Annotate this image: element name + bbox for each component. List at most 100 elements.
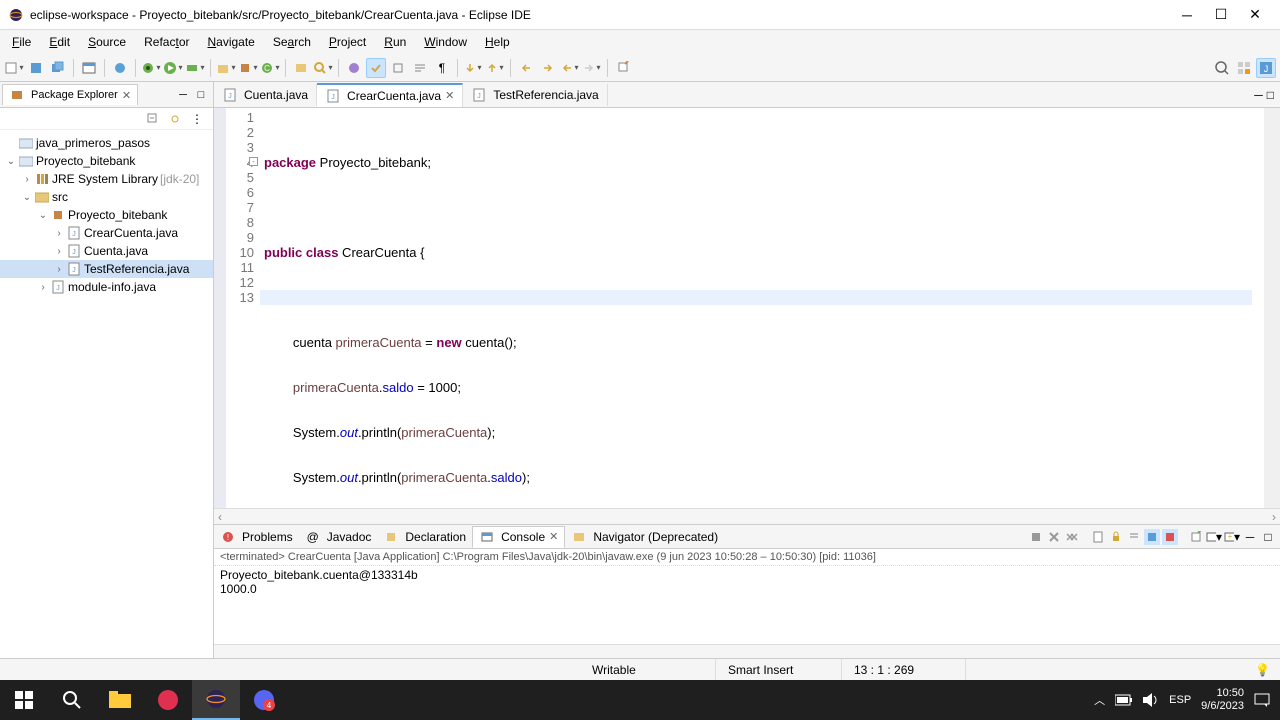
menu-source[interactable]: Source: [80, 33, 134, 51]
java-file-item[interactable]: ›J TestReferencia.java: [0, 260, 213, 278]
tip-icon[interactable]: 💡: [1245, 663, 1280, 677]
remove-launch-button[interactable]: [1046, 529, 1062, 545]
close-tab-icon[interactable]: ✕: [549, 530, 558, 543]
package-item[interactable]: ⌄ Proyecto_bitebank: [0, 206, 213, 224]
new-package-button[interactable]: ▾: [238, 58, 258, 78]
editor-scrollbar-h[interactable]: ‹›: [214, 508, 1280, 524]
minimize-panel-button[interactable]: ─: [175, 87, 191, 103]
next-annotation-button[interactable]: ▾: [463, 58, 483, 78]
navigator-tab[interactable]: Navigator (Deprecated): [565, 527, 724, 547]
tray-chevron-icon[interactable]: ︿: [1094, 692, 1105, 708]
toggle-mark-button[interactable]: [366, 58, 386, 78]
file-explorer-button[interactable]: [96, 680, 144, 720]
word-wrap-button[interactable]: [410, 58, 430, 78]
forward-button[interactable]: ▾: [582, 58, 602, 78]
display-console-button[interactable]: ▾: [1206, 529, 1222, 545]
minimize-editor-button[interactable]: ─: [1254, 88, 1263, 102]
close-icon[interactable]: ✕: [122, 89, 131, 102]
console-scrollbar-h[interactable]: [214, 644, 1280, 658]
code-editor[interactable]: 123 -4 567 8910 111213 package Proyecto_…: [214, 108, 1280, 508]
view-menu-icon[interactable]: ⋮: [189, 111, 205, 127]
link-editor-icon[interactable]: [167, 111, 183, 127]
volume-icon[interactable]: [1143, 693, 1159, 707]
new-class-button[interactable]: C▾: [260, 58, 280, 78]
eclipse-taskbar-button[interactable]: [192, 680, 240, 720]
skip-breakpoints-button[interactable]: [110, 58, 130, 78]
scroll-lock-button[interactable]: [1108, 529, 1124, 545]
prev-annotation-button[interactable]: ▾: [485, 58, 505, 78]
menu-project[interactable]: Project: [321, 33, 374, 51]
project-item[interactable]: java_primeros_pasos: [0, 134, 213, 152]
terminal-button[interactable]: [79, 58, 99, 78]
quick-access-button[interactable]: [1212, 58, 1232, 78]
menu-navigate[interactable]: Navigate: [199, 33, 262, 51]
jre-item[interactable]: › JRE System Library [jdk-20]: [0, 170, 213, 188]
show-on-output-button[interactable]: [1144, 529, 1160, 545]
search-button[interactable]: [48, 680, 96, 720]
clock[interactable]: 10:50 9/6/2023: [1201, 687, 1244, 713]
back-button[interactable]: ▾: [560, 58, 580, 78]
new-button[interactable]: ▾: [4, 58, 24, 78]
minimize-bottom-button[interactable]: ─: [1242, 529, 1258, 545]
toggle-block-button[interactable]: [388, 58, 408, 78]
java-file-item[interactable]: ›J CrearCuenta.java: [0, 224, 213, 242]
search-button[interactable]: ▾: [313, 58, 333, 78]
debug-button[interactable]: ▾: [141, 58, 161, 78]
open-type-button[interactable]: [291, 58, 311, 78]
open-console-button[interactable]: +▾: [1224, 529, 1240, 545]
console-tab[interactable]: Console✕: [472, 526, 565, 548]
editor-tab-testreferencia[interactable]: J TestReferencia.java: [463, 84, 607, 106]
menu-file[interactable]: File: [4, 33, 39, 51]
notifications-icon[interactable]: [1254, 693, 1270, 707]
open-task-button[interactable]: [344, 58, 364, 78]
coverage-button[interactable]: ▾: [185, 58, 205, 78]
maximize-button[interactable]: ☐: [1204, 0, 1238, 30]
show-whitespace-button[interactable]: ¶: [432, 58, 452, 78]
start-button[interactable]: [0, 680, 48, 720]
app-button-1[interactable]: [144, 680, 192, 720]
minimize-button[interactable]: ─: [1170, 0, 1204, 30]
collapse-all-icon[interactable]: [145, 111, 161, 127]
java-perspective-button[interactable]: J: [1256, 58, 1276, 78]
battery-icon[interactable]: [1115, 694, 1133, 706]
problems-tab[interactable]: !Problems: [214, 527, 299, 547]
editor-tab-cuenta[interactable]: J Cuenta.java: [214, 84, 317, 106]
show-on-err-button[interactable]: [1162, 529, 1178, 545]
run-button[interactable]: ▾: [163, 58, 183, 78]
pin-editor-button[interactable]: [613, 58, 633, 78]
menu-edit[interactable]: Edit: [41, 33, 78, 51]
declaration-tab[interactable]: Declaration: [377, 527, 472, 547]
src-item[interactable]: ⌄ src: [0, 188, 213, 206]
javadoc-tab[interactable]: @Javadoc: [299, 527, 378, 547]
menu-help[interactable]: Help: [477, 33, 518, 51]
terminate-all-button[interactable]: [1028, 529, 1044, 545]
module-info-item[interactable]: ›J module-info.java: [0, 278, 213, 296]
last-edit-button[interactable]: [516, 58, 536, 78]
maximize-bottom-button[interactable]: □: [1260, 529, 1276, 545]
close-button[interactable]: ✕: [1238, 0, 1272, 30]
language-indicator[interactable]: ESP: [1169, 694, 1191, 706]
word-wrap-console-button[interactable]: [1126, 529, 1142, 545]
app-button-2[interactable]: 4: [240, 680, 288, 720]
save-all-button[interactable]: [48, 58, 68, 78]
new-java-project-button[interactable]: ▾: [216, 58, 236, 78]
code-content[interactable]: package Proyecto_bitebank; public class …: [260, 108, 1264, 508]
project-item[interactable]: ⌄ Proyecto_bitebank: [0, 152, 213, 170]
menu-window[interactable]: Window: [416, 33, 475, 51]
console-output[interactable]: Proyecto_bitebank.cuenta@133314b 1000.0: [214, 566, 1280, 644]
maximize-panel-button[interactable]: □: [193, 87, 209, 103]
menu-run[interactable]: Run: [376, 33, 414, 51]
remove-all-button[interactable]: [1064, 529, 1080, 545]
clear-console-button[interactable]: [1090, 529, 1106, 545]
pin-console-button[interactable]: [1188, 529, 1204, 545]
menu-search[interactable]: Search: [265, 33, 319, 51]
maximize-editor-button[interactable]: □: [1267, 88, 1274, 102]
editor-tab-crearcuenta[interactable]: J CrearCuenta.java ✕: [317, 83, 463, 107]
editor-scrollbar-v[interactable]: [1264, 108, 1280, 508]
menu-refactor[interactable]: Refactor: [136, 33, 197, 51]
save-button[interactable]: [26, 58, 46, 78]
java-file-item[interactable]: ›J Cuenta.java: [0, 242, 213, 260]
package-explorer-tab[interactable]: Package Explorer ✕: [2, 84, 138, 105]
close-tab-icon[interactable]: ✕: [445, 89, 454, 102]
open-perspective-button[interactable]: [1234, 58, 1254, 78]
